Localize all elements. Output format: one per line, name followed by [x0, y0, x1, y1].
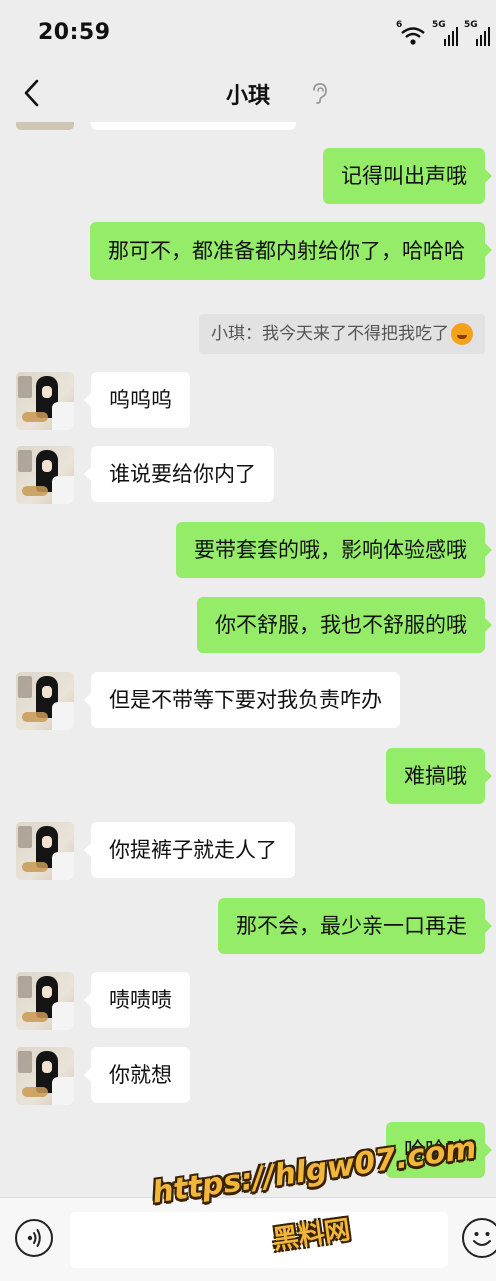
- message-bubble-in[interactable]: 啧啧啧: [84, 972, 190, 1028]
- cellular-signal-icon-2: 5G: [464, 20, 490, 46]
- message-bubble-in[interactable]: 你提裤子就走人了: [84, 822, 295, 878]
- message-bubble-out[interactable]: 那可不，都准备都内射给你了，哈哈哈: [90, 222, 492, 280]
- signal-2-label: 5G: [464, 20, 478, 30]
- partial-avatar: [16, 122, 74, 130]
- avatar[interactable]: [16, 972, 74, 1030]
- emoji-icon: [473, 1232, 491, 1246]
- partial-bubble: [91, 122, 296, 130]
- status-bar: 20:59 6 5G 5G: [0, 0, 496, 64]
- chat-header: 小琪: [0, 64, 496, 122]
- message-bubble-out[interactable]: 那不会，最少亲一口再走: [218, 898, 492, 954]
- emoji-button[interactable]: [462, 1218, 496, 1258]
- message-bubble-in[interactable]: 呜呜呜: [84, 372, 190, 428]
- ear-icon: [313, 83, 327, 104]
- avatar[interactable]: [16, 1047, 74, 1105]
- message-bubble-out[interactable]: 你不舒服，我也不舒服的哦: [197, 597, 492, 653]
- message-bubble-in[interactable]: 但是不带等下要对我负责咋办: [84, 672, 400, 728]
- avatar[interactable]: [16, 446, 74, 504]
- message-bubble-out[interactable]: 哈哈哈: [386, 1122, 492, 1178]
- input-bar: [0, 1197, 496, 1281]
- wifi-icon: 6: [396, 20, 426, 46]
- voice-button[interactable]: [15, 1219, 53, 1257]
- avatar[interactable]: [16, 822, 74, 880]
- status-icons: 6 5G 5G: [396, 20, 490, 46]
- emoji-icon: [451, 323, 473, 345]
- quoted-reply[interactable]: 小琪：我今天来了不得把我吃了: [199, 314, 485, 354]
- avatar[interactable]: [16, 372, 74, 430]
- message-list[interactable]: 记得叫出声哦 那可不，都准备都内射给你了，哈哈哈 小琪：我今天来了不得把我吃了 …: [0, 122, 496, 1197]
- cellular-signal-icon-1: 5G: [432, 20, 458, 46]
- message-bubble-out[interactable]: 要带套套的哦，影响体验感哦: [176, 522, 492, 578]
- avatar[interactable]: [16, 672, 74, 730]
- message-bubble-out[interactable]: 记得叫出声哦: [323, 148, 492, 204]
- message-input[interactable]: [70, 1212, 448, 1268]
- wifi-badge: 6: [396, 20, 403, 30]
- message-bubble-in[interactable]: 谁说要给你内了: [84, 446, 274, 502]
- message-bubble-out[interactable]: 难搞哦: [386, 748, 492, 804]
- message-bubble-in[interactable]: 你就想: [84, 1047, 190, 1103]
- chat-title: 小琪: [225, 84, 270, 109]
- quoted-text: 小琪：我今天来了不得把我吃了: [211, 324, 449, 344]
- signal-1-label: 5G: [432, 20, 446, 30]
- voice-icon: [27, 1229, 41, 1247]
- status-time: 20:59: [38, 20, 111, 45]
